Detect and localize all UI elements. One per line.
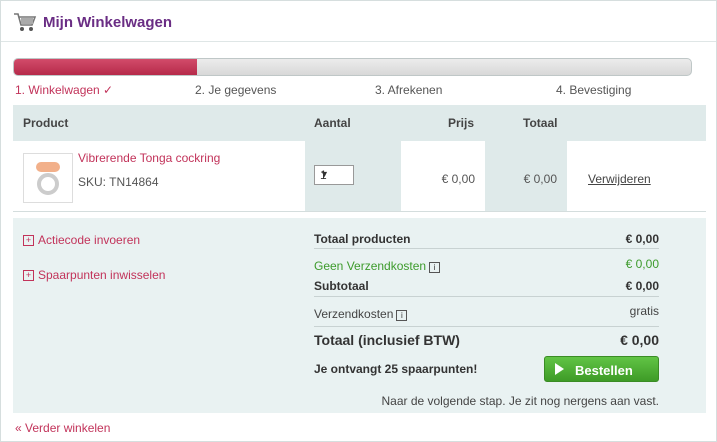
divider (314, 296, 659, 297)
cart-panel: Mijn Winkelwagen 1. Winkelwagen ✓ 2. Je … (0, 0, 717, 442)
bestellen-button[interactable]: Bestellen (544, 356, 659, 382)
header-prijs: Prijs (448, 116, 475, 130)
step-gegevens: 2. Je gegevens (195, 83, 277, 97)
header-totaal: Totaal (523, 116, 558, 130)
checkout-progress-bar (13, 58, 692, 76)
page-title: Mijn Winkelwagen (43, 14, 173, 31)
subtotaal-value: € 0,00 (625, 279, 659, 293)
geen-verzendkosten-value: € 0,00 (625, 257, 659, 271)
spaarpunten-link[interactable]: + Spaarpunten inwisselen (23, 268, 165, 282)
geen-verzendkosten-label: Geen Verzendkosten (314, 259, 427, 273)
cart-table: Product Aantal Prijs Totaal Vibrerende T… (13, 105, 706, 212)
product-image[interactable] (23, 153, 73, 203)
remove-link[interactable]: Verwijderen (588, 172, 651, 186)
plus-icon: + (23, 235, 34, 246)
shopping-cart-icon (14, 13, 37, 31)
totaal-producten-label: Totaal producten (314, 232, 411, 246)
header-aantal: Aantal (314, 116, 351, 130)
order-summary: + Actiecode invoeren + Spaarpunten inwisse… (13, 218, 706, 413)
play-icon (555, 363, 564, 375)
product-sku: SKU: TN14864 (78, 175, 159, 189)
actiecode-link[interactable]: + Actiecode invoeren (23, 233, 140, 247)
chevron-down-icon: ▼ (320, 169, 329, 179)
verzendkosten-value: gratis (629, 304, 659, 318)
item-price: € 0,00 (441, 172, 475, 186)
divider (314, 326, 659, 327)
actiecode-label: Actiecode invoeren (38, 233, 141, 247)
spaarpunten-message: Je ontvangt 25 spaarpunten! (314, 362, 478, 376)
step-afrekenen: 3. Afrekenen (375, 83, 443, 97)
subtotaal-label: Subtotaal (314, 279, 369, 293)
divider (314, 248, 659, 249)
verder-winkelen-link[interactable]: « Verder winkelen (12, 419, 114, 437)
totaal-value: € 0,00 (620, 332, 659, 348)
totaal-label: Totaal (inclusief BTW) (314, 332, 460, 348)
step-bevestiging: 4. Bevestiging (556, 83, 632, 97)
plus-icon: + (23, 270, 34, 281)
header-product: Product (23, 116, 69, 130)
spaarpunten-label: Spaarpunten inwisselen (38, 268, 166, 282)
item-total: € 0,00 (523, 172, 557, 186)
info-icon[interactable]: i (429, 262, 441, 273)
progress-fill (14, 59, 197, 75)
quantity-select[interactable]: 1 ▼ (314, 165, 354, 185)
header: Mijn Winkelwagen (1, 1, 716, 42)
verzendkosten-label: Verzendkosten (314, 307, 394, 321)
totaal-producten-value: € 0,00 (625, 232, 659, 246)
table-row: Vibrerende Tonga cockring SKU: TN14864 1… (13, 141, 706, 212)
bestellen-label: Bestellen (575, 363, 633, 378)
step-winkelwagen: 1. Winkelwagen ✓ (15, 83, 114, 97)
info-icon[interactable]: i (396, 310, 408, 321)
product-name-link[interactable]: Vibrerende Tonga cockring (78, 151, 220, 165)
next-step-note: Naar de volgende stap. Je zit nog nergen… (381, 394, 659, 408)
